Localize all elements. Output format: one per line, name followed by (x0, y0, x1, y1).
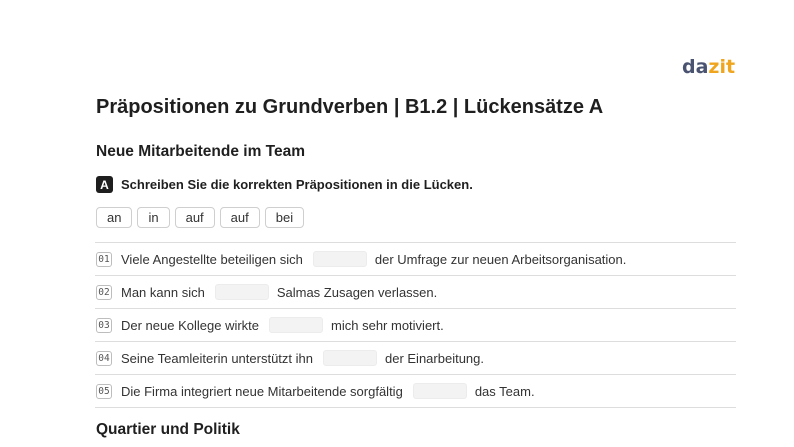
page-title: Präpositionen zu Grundverben | B1.2 | Lü… (96, 96, 604, 118)
task-instruction-text: Schreiben Sie die korrekten Präpositione… (121, 177, 473, 192)
exercise-row: 02 Man kann sich Salmas Zusagen verlasse… (95, 276, 736, 309)
dazit-logo: dazit (682, 55, 735, 79)
sentence-after: mich sehr motiviert. (331, 317, 444, 333)
gap-input-5[interactable] (412, 383, 467, 399)
row-number: 03 (96, 317, 112, 333)
gap-input-4[interactable] (322, 350, 377, 366)
exercise-row: 01 Viele Angestellte beteiligen sich der… (95, 243, 736, 276)
task-instruction: A Schreiben Sie die korrekten Präpositio… (96, 176, 473, 193)
word-chip[interactable]: bei (264, 207, 305, 228)
sentence-after: der Einarbeitung. (384, 350, 484, 366)
sentence-before: Der neue Kollege wirkte (121, 317, 260, 333)
word-chip[interactable]: auf (174, 207, 215, 228)
section-title-quartier: Quartier und Politik (96, 421, 240, 438)
gap-input-3[interactable] (269, 317, 324, 333)
task-badge: A (96, 176, 113, 193)
gap-input-1[interactable] (312, 251, 367, 267)
word-chip[interactable]: an (96, 207, 133, 228)
gap-input-2[interactable] (214, 284, 269, 300)
section-title-team: Neue Mitarbeitende im Team (96, 143, 306, 160)
row-number: 05 (96, 383, 112, 399)
word-bank: an in auf auf bei (96, 207, 305, 228)
sentence-after: der Umfrage zur neuen Arbeitsorganisatio… (374, 251, 627, 267)
sentence-before: Man kann sich (121, 284, 205, 300)
row-number: 02 (96, 284, 112, 300)
sentence-after: das Team. (474, 383, 535, 399)
exercise-row: 03 Der neue Kollege wirkte mich sehr mot… (95, 309, 736, 342)
word-chip[interactable]: in (137, 207, 170, 228)
sentence-after: Salmas Zusagen verlassen. (276, 284, 438, 300)
row-number: 04 (96, 350, 112, 366)
word-chip[interactable]: auf (219, 207, 260, 228)
logo-part-zit: zit (708, 56, 736, 78)
sentence-before: Die Firma integriert neue Mitarbeitende … (121, 383, 403, 399)
exercise-list: 01 Viele Angestellte beteiligen sich der… (95, 242, 736, 408)
sentence-before: Viele Angestellte beteiligen sich (121, 251, 303, 267)
logo-part-da: da (682, 56, 709, 78)
sentence-before: Seine Teamleiterin unterstützt ihn (121, 350, 313, 366)
exercise-row: 04 Seine Teamleiterin unterstützt ihn de… (95, 342, 736, 375)
row-number: 01 (96, 251, 112, 267)
exercise-row: 05 Die Firma integriert neue Mitarbeiten… (95, 375, 736, 408)
